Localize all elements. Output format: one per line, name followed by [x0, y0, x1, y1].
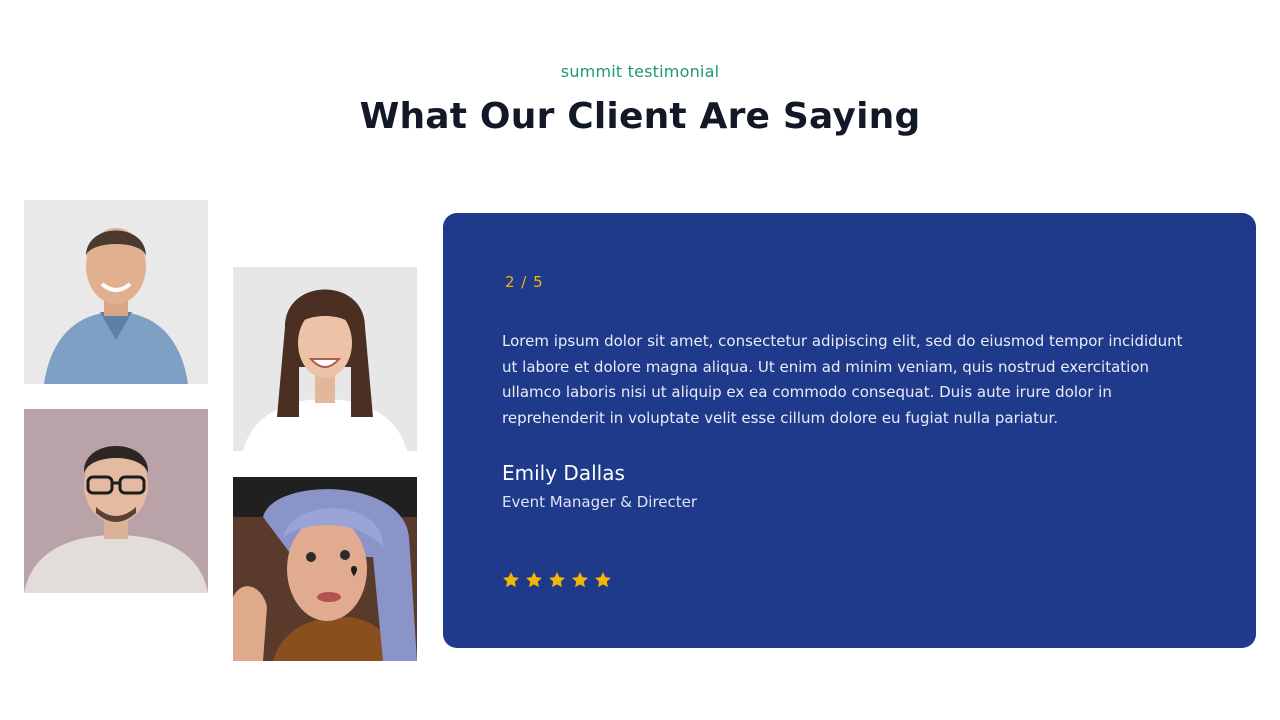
star-icon — [593, 570, 613, 590]
testimonial-quote: Lorem ipsum dolor sit amet, consectetur … — [502, 332, 1183, 427]
author-role: Event Manager & Directer — [502, 493, 698, 511]
client-photo-man-glasses[interactable] — [24, 409, 208, 593]
star-icon — [524, 570, 544, 590]
client-photo-man-blue-shirt-image — [24, 200, 208, 384]
client-photo-man-blue-shirt[interactable] — [24, 200, 208, 384]
client-photo-woman-blue-hair[interactable] — [233, 477, 417, 661]
rating-stars — [501, 570, 613, 590]
section-eyebrow: summit testimonial — [560, 62, 720, 81]
section-title: What Our Client Are Saying — [359, 96, 921, 137]
client-photo-woman-smiling[interactable] — [233, 267, 417, 451]
author-name: Emily Dallas — [502, 461, 625, 485]
star-icon — [547, 570, 567, 590]
star-icon — [501, 570, 521, 590]
client-photo-man-glasses-image — [24, 409, 208, 593]
star-icon — [570, 570, 590, 590]
client-photo-woman-blue-hair-image — [233, 477, 417, 661]
testimonial-section: summit testimonial What Our Client Are S… — [0, 0, 1280, 720]
testimonial-card: 2 / 5 Lorem ipsum dolor sit amet, consec… — [443, 213, 1256, 648]
slide-counter: 2 / 5 — [505, 273, 544, 291]
client-photo-woman-smiling-image — [233, 267, 417, 451]
